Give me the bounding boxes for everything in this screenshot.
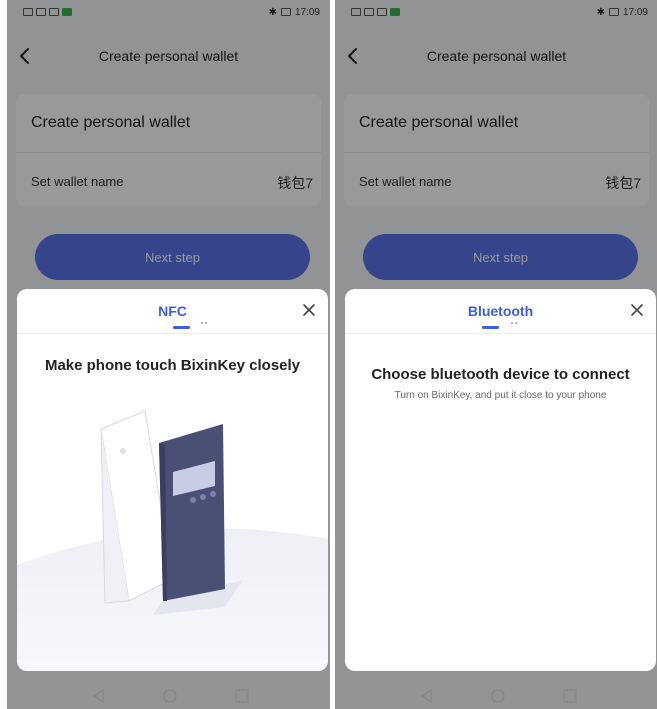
close-icon[interactable] (630, 303, 644, 317)
system-nav-bar (335, 684, 657, 709)
tab-bluetooth[interactable]: Bluetooth (345, 303, 656, 319)
phone-device (159, 424, 225, 601)
phone-screen-nfc: ✱ 17:09 Create personal wallet Create pe… (7, 0, 330, 709)
nav-back-icon[interactable] (419, 688, 435, 704)
nfc-illustration (17, 410, 328, 671)
tab-indicator (173, 326, 190, 329)
sheet-divider (345, 333, 656, 334)
nav-recents-icon[interactable] (234, 688, 250, 704)
system-nav-bar (7, 684, 330, 709)
phone-screen-bluetooth: ✱ 17:09 Create personal wallet Create pe… (335, 0, 657, 709)
nav-recents-icon[interactable] (562, 688, 578, 704)
nfc-sheet: NFC Make phone touch BixinKey closely (17, 289, 328, 671)
tab-nfc[interactable]: NFC (17, 303, 328, 319)
tab-dots (511, 322, 519, 325)
sheet-subtext: Turn on BixinKey, and put it close to yo… (394, 390, 607, 401)
sheet-divider (17, 333, 328, 334)
bluetooth-sheet: Bluetooth Choose bluetooth device to con… (345, 289, 656, 671)
sheet-heading: Choose bluetooth device to connect (371, 366, 630, 383)
tab-dots (201, 322, 209, 325)
nav-back-icon[interactable] (91, 688, 107, 704)
close-icon[interactable] (302, 303, 316, 317)
nav-home-icon[interactable] (490, 688, 506, 704)
tab-indicator (482, 326, 499, 329)
nav-home-icon[interactable] (162, 688, 178, 704)
